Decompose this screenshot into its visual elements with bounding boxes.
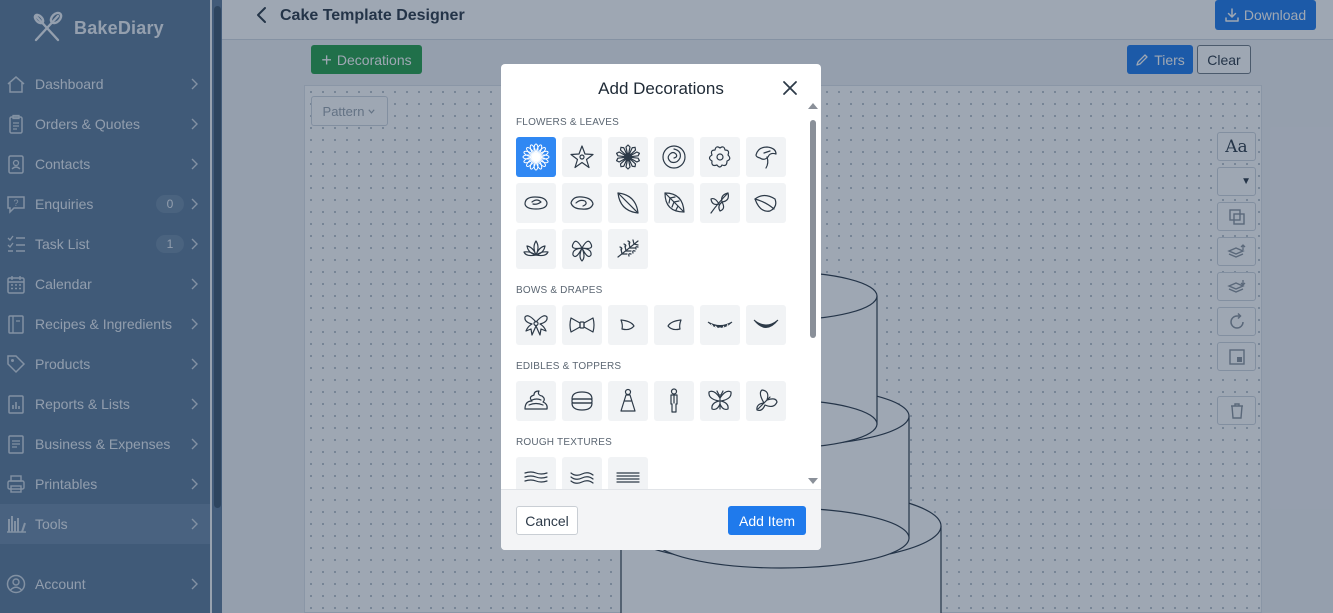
decoration-tile[interactable] bbox=[516, 381, 556, 421]
decoration-tile[interactable] bbox=[516, 183, 556, 223]
decoration-tile[interactable] bbox=[746, 305, 786, 345]
foliage-icon bbox=[617, 239, 639, 258]
decoration-tile[interactable] bbox=[562, 137, 602, 177]
decoration-tile[interactable] bbox=[654, 381, 694, 421]
scroll-up-arrow[interactable] bbox=[808, 103, 818, 109]
decoration-tile[interactable] bbox=[562, 305, 602, 345]
swag-drape-alt-icon bbox=[753, 319, 779, 328]
close-icon[interactable] bbox=[781, 79, 799, 97]
bow-tie-icon bbox=[569, 317, 595, 333]
drape-left-icon bbox=[620, 319, 635, 331]
decoration-list[interactable]: Flowers & Leaves Bows & Drapes Edibles & T… bbox=[501, 108, 807, 489]
calla-lily-icon bbox=[755, 146, 777, 169]
leaf-icon bbox=[617, 192, 639, 214]
decoration-tile[interactable] bbox=[562, 229, 602, 269]
rose-icon bbox=[662, 145, 686, 169]
blossom-icon bbox=[708, 146, 731, 168]
butterfly-icon bbox=[708, 390, 732, 411]
texture-lines-icon bbox=[616, 472, 640, 483]
decoration-tile[interactable] bbox=[746, 381, 786, 421]
decoration-tile[interactable] bbox=[562, 457, 602, 489]
rose-bud-side-icon bbox=[570, 196, 594, 210]
decoration-tile[interactable] bbox=[700, 183, 740, 223]
texture-ripple-icon bbox=[570, 472, 594, 484]
leaf-round-icon bbox=[754, 194, 777, 212]
macaron-icon bbox=[571, 391, 593, 411]
rose-bud-icon bbox=[524, 196, 548, 210]
bow-icon bbox=[524, 315, 548, 336]
decoration-tile[interactable] bbox=[608, 381, 648, 421]
decoration-tile[interactable] bbox=[700, 381, 740, 421]
decoration-tile[interactable] bbox=[608, 457, 648, 489]
section-title: Rough Textures bbox=[516, 437, 612, 448]
daisy-icon bbox=[615, 144, 641, 170]
scroll-down-arrow[interactable] bbox=[808, 478, 818, 484]
bride-topper-icon bbox=[620, 388, 636, 412]
decoration-tile[interactable] bbox=[608, 137, 648, 177]
lotus-icon bbox=[523, 240, 549, 257]
leaf-veined-icon bbox=[664, 192, 685, 213]
modal-footer: Cancel Add Item bbox=[501, 489, 821, 550]
decoration-tile[interactable] bbox=[516, 229, 556, 269]
butterfly-side-icon bbox=[756, 389, 778, 412]
cream-swirl-icon bbox=[524, 390, 548, 410]
decoration-tile[interactable] bbox=[654, 183, 694, 223]
star-flower-icon bbox=[570, 145, 594, 169]
decoration-tile[interactable] bbox=[654, 305, 694, 345]
decoration-tile[interactable] bbox=[516, 457, 556, 489]
decoration-tile[interactable] bbox=[700, 305, 740, 345]
decoration-tile[interactable] bbox=[608, 183, 648, 223]
section-title: Edibles & Toppers bbox=[516, 361, 622, 372]
decoration-tile[interactable] bbox=[746, 137, 786, 177]
leaf-sprig-icon bbox=[710, 192, 729, 214]
sunflower-icon bbox=[522, 143, 550, 171]
swag-drape-icon bbox=[707, 321, 733, 329]
texture-waves-icon bbox=[524, 471, 548, 483]
pansy-icon bbox=[571, 240, 593, 262]
section-title: Flowers & Leaves bbox=[516, 117, 620, 128]
modal-title: Add Decorations bbox=[598, 79, 724, 98]
decoration-tile[interactable] bbox=[654, 137, 694, 177]
modal-scrollbar-thumb[interactable] bbox=[810, 120, 816, 338]
groom-topper-icon bbox=[670, 388, 678, 413]
decoration-tile[interactable] bbox=[746, 183, 786, 223]
decoration-tile[interactable] bbox=[608, 305, 648, 345]
add-item-button[interactable]: Add Item bbox=[728, 506, 806, 535]
decoration-tile[interactable] bbox=[516, 137, 556, 177]
decoration-tile[interactable] bbox=[562, 183, 602, 223]
add-decorations-modal: Add Decorations Flowers & Leaves Bows & D… bbox=[501, 64, 821, 550]
decoration-tile[interactable] bbox=[516, 305, 556, 345]
cancel-button[interactable]: Cancel bbox=[516, 506, 578, 535]
decoration-tile[interactable] bbox=[562, 381, 602, 421]
drape-right-icon bbox=[667, 319, 682, 331]
section-title: Bows & Drapes bbox=[516, 285, 603, 296]
decoration-tile[interactable] bbox=[700, 137, 740, 177]
decoration-tile[interactable] bbox=[608, 229, 648, 269]
